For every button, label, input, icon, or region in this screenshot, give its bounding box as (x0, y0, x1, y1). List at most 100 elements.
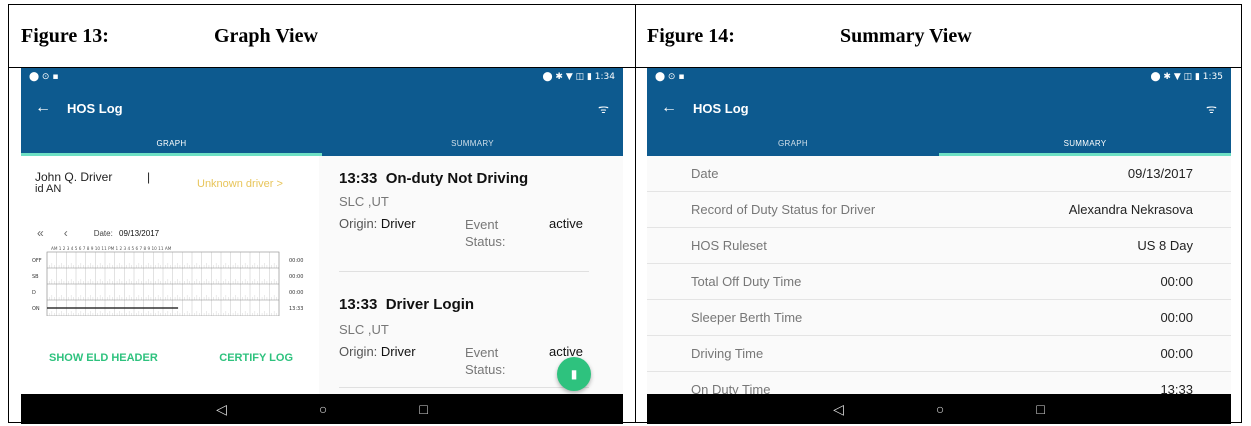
summary-key: Sleeper Berth Time (691, 310, 803, 325)
android-nav-bar: ◁ ○ □ (647, 394, 1231, 424)
date-label: Date: (93, 228, 113, 238)
figure-14-caption: Figure 14: Summary View (647, 5, 972, 67)
event-heading: 13:33 Driver Login (339, 296, 474, 313)
app-bar: ← HOS Log ᯤ (21, 86, 623, 130)
figure-14-title: Summary View (840, 24, 972, 47)
driver-id: id AN (35, 183, 62, 195)
event-time: 13:33 (339, 296, 378, 313)
status-system-icons: ⬤ ✱ ▼ ◫ ▮ 1:35 (1150, 72, 1223, 82)
nav-back-icon[interactable]: ◁ (833, 401, 844, 418)
tab-graph[interactable]: GRAPH (647, 130, 939, 156)
export-document-button[interactable]: ▮ (557, 357, 591, 391)
wifi-icon: ᯤ (1206, 101, 1217, 116)
event-title: On-duty Not Driving (385, 170, 529, 187)
summary-row: HOS Ruleset US 8 Day (647, 228, 1231, 264)
summary-row: Driving Time 00:00 (647, 336, 1231, 372)
summary-row: Date 09/13/2017 (647, 156, 1231, 192)
unknown-driver-link[interactable]: Unknown driver > (197, 178, 283, 190)
summary-key: HOS Ruleset (691, 238, 767, 253)
event-status-label: Event Status: (465, 217, 506, 249)
summary-value: US 8 Day (1137, 238, 1193, 253)
event-title: Driver Login (385, 296, 475, 313)
summary-key: Driving Time (691, 346, 764, 361)
graph-row-label: D (32, 290, 36, 296)
date-display: Date: 09/13/2017 (94, 229, 159, 238)
tab-bar: GRAPH SUMMARY (21, 130, 623, 156)
graph-row-total: 00:00 (289, 290, 303, 296)
summary-value: 00:00 (1160, 346, 1193, 361)
graph-row-label: OFF (32, 258, 42, 264)
show-eld-header-button[interactable]: SHOW ELD HEADER (49, 352, 158, 364)
figure-13-number: Figure 13: (21, 24, 109, 47)
summary-key: Record of Duty Status for Driver (691, 202, 876, 217)
status-bar: ⬤ ⊙ ▪ ⬤ ✱ ▼ ◫ ▮ 1:35 (647, 68, 1231, 86)
summary-key: Date (691, 166, 719, 181)
summary-value: 00:00 (1160, 274, 1193, 289)
graph-row-label: ON (32, 306, 40, 312)
graph-row-total: 13:33 (289, 306, 303, 312)
summary-row: Total Off Duty Time 00:00 (647, 264, 1231, 300)
app-bar: ← HOS Log ᯤ (647, 86, 1231, 130)
event-item[interactable]: 13:33 On-duty Not Driving SLC ,UT Origin… (339, 156, 589, 272)
summary-value: 00:00 (1160, 310, 1193, 325)
summary-value: 09/13/2017 (1127, 166, 1193, 181)
figure-table: Figure 13: Graph View Figure 14: Summary… (8, 4, 1242, 424)
nav-back-icon[interactable]: ◁ (216, 401, 227, 418)
event-location: SLC ,UT (339, 194, 389, 209)
event-origin: Origin: Driver (339, 344, 416, 359)
event-item[interactable]: 13:33 Driver Login SLC ,UT Origin: Drive… (339, 272, 589, 388)
graph-row-label: SB (32, 274, 39, 280)
nav-home-icon[interactable]: ○ (319, 401, 327, 417)
date-navigator: « ‹ Date: 09/13/2017 (37, 226, 159, 240)
duty-status-graph: AM 1 2 3 4 5 6 7 8 9 10 11 PM 1 2 3 4 5 … (32, 246, 303, 316)
tab-summary[interactable]: SUMMARY (939, 130, 1231, 156)
app-title: HOS Log (693, 100, 749, 116)
status-bar: ⬤ ⊙ ▪ ⬤ ✱ ▼ ◫ ▮ 1:34 (21, 68, 623, 86)
wifi-icon: ᯤ (598, 101, 609, 116)
tab-summary[interactable]: SUMMARY (322, 130, 623, 156)
nav-recent-icon[interactable]: □ (419, 401, 427, 417)
graph-row-total: 00:00 (289, 258, 303, 264)
figure-13-title: Graph View (214, 24, 318, 47)
tab-graph[interactable]: GRAPH (21, 130, 322, 156)
event-origin-value: Driver (380, 216, 416, 231)
figure-14-number: Figure 14: (647, 24, 735, 47)
summary-key: Total Off Duty Time (691, 274, 802, 289)
summary-table: Date 09/13/2017 Record of Duty Status for … (647, 156, 1231, 408)
event-status-value: active (549, 216, 583, 231)
event-heading: 13:33 On-duty Not Driving (339, 170, 528, 187)
event-origin-value: Driver (380, 344, 416, 359)
previous-day-icon[interactable]: ‹ (64, 226, 68, 240)
back-arrow-icon[interactable]: ← (661, 99, 693, 117)
summary-value: Alexandra Nekrasova (1068, 202, 1193, 217)
graph-pane: John Q. Driver | id AN Unknown driver > … (21, 156, 319, 394)
event-origin: Origin: Driver (339, 216, 416, 231)
event-time: 13:33 (339, 170, 378, 187)
date-value: 09/13/2017 (119, 228, 160, 238)
first-day-icon[interactable]: « (37, 226, 44, 240)
summary-view-screen: ⬤ ⊙ ▪ ⬤ ✱ ▼ ◫ ▮ 1:35 ← HOS Log ᯤ GRAPH S… (647, 68, 1231, 424)
nav-home-icon[interactable]: ○ (936, 401, 944, 417)
nav-recent-icon[interactable]: □ (1036, 401, 1044, 417)
graph-view-screen: ⬤ ⊙ ▪ ⬤ ✱ ▼ ◫ ▮ 1:34 ← HOS Log ᯤ GRAPH S… (21, 68, 623, 424)
android-nav-bar: ◁ ○ □ (21, 394, 623, 424)
event-origin-label: Origin: (339, 344, 378, 359)
event-origin-label: Origin: (339, 216, 378, 231)
back-arrow-icon[interactable]: ← (35, 99, 67, 117)
event-status-label: Event Status: (465, 345, 506, 377)
tab-bar: GRAPH SUMMARY (647, 130, 1231, 156)
driver-name: John Q. Driver (35, 170, 113, 184)
app-title: HOS Log (67, 100, 123, 116)
status-notification-icons: ⬤ ⊙ ▪ (29, 72, 59, 82)
summary-row: Sleeper Berth Time 00:00 (647, 300, 1231, 336)
graph-hour-labels: AM 1 2 3 4 5 6 7 8 9 10 11 PM 1 2 3 4 5 … (51, 246, 172, 251)
certify-log-button[interactable]: CERTIFY LOG (219, 352, 293, 364)
graph-actions: SHOW ELD HEADER CERTIFY LOG (49, 352, 293, 364)
status-notification-icons: ⬤ ⊙ ▪ (655, 72, 685, 82)
graph-row-total: 00:00 (289, 274, 303, 280)
driver-separator: | (147, 170, 151, 184)
event-location: SLC ,UT (339, 322, 389, 337)
status-system-icons: ⬤ ✱ ▼ ◫ ▮ 1:34 (542, 72, 615, 82)
summary-row: Record of Duty Status for Driver Alexandr… (647, 192, 1231, 228)
figure-13-caption: Figure 13: Graph View (21, 5, 318, 67)
